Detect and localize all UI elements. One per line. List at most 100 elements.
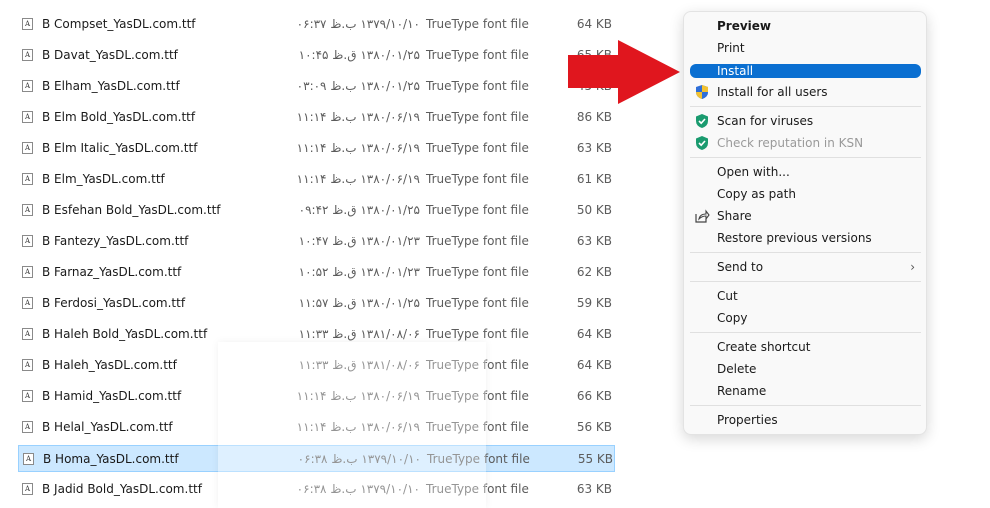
font-file-icon: A	[22, 142, 33, 154]
file-name: B Ferdosi_YasDL.com.ttf	[42, 296, 186, 310]
file-size: 63 KB	[576, 141, 612, 155]
menu-item-label: Scan for viruses	[717, 114, 814, 128]
font-file-icon: A	[22, 80, 33, 92]
file-type: TrueType font file	[426, 265, 529, 279]
file-type: TrueType font file	[426, 17, 529, 31]
file-row[interactable]: A B Davat_YasDL.com.ttf ۱۳۸۰/۰۱/۲۵ ق.ظ ۱۰:…	[18, 42, 615, 69]
file-row[interactable]: A B Farnaz_YasDL.com.ttf ۱۳۸۰/۰۱/۲۳ ق.ظ ۱۰…	[18, 259, 615, 286]
menu-item-label: Open with...	[717, 165, 790, 179]
font-file-icon: A	[22, 266, 33, 278]
file-size: 64 KB	[576, 327, 612, 341]
file-type: TrueType font file	[426, 141, 529, 155]
menu-item-properties[interactable]: Properties	[690, 409, 921, 431]
file-row[interactable]: A B Elham_YasDL.com.ttf ۱۳۸۰/۰۱/۲۵ ب.ظ ۰۳:…	[18, 73, 615, 100]
menu-separator	[690, 405, 921, 406]
file-row[interactable]: A B Compset_YasDL.com.ttf ۱۳۷۹/۱۰/۱۰ ب.ظ ۰…	[18, 11, 615, 38]
file-date: ۱۳۸۰/۰۶/۱۹ ب.ظ ۱۱:۱۴	[296, 110, 420, 124]
file-name: B Homa_YasDL.com.ttf	[43, 452, 179, 466]
menu-item-install-for-all-users[interactable]: Install for all users	[690, 81, 921, 103]
file-row[interactable]: A B Elm Italic_YasDL.com.ttf ۱۳۸۰/۰۶/۱۹ ب.…	[18, 135, 615, 162]
uac-shield-icon	[694, 84, 710, 100]
file-row[interactable]: A B Esfehan Bold_YasDL.com.ttf ۱۳۸۰/۰۱/۲۵ …	[18, 197, 615, 224]
menu-item-copy[interactable]: Copy	[690, 307, 921, 329]
menu-separator	[690, 332, 921, 333]
file-type: TrueType font file	[426, 48, 529, 62]
font-file-icon: A	[22, 297, 33, 309]
menu-item-label: Delete	[717, 362, 757, 376]
file-name: B Fantezy_YasDL.com.ttf	[42, 234, 189, 248]
file-name: B Elm Bold_YasDL.com.ttf	[42, 110, 196, 124]
font-file-icon: A	[22, 421, 33, 433]
menu-item-check-reputation-in-ksn[interactable]: Check reputation in KSN	[690, 132, 921, 154]
menu-item-create-shortcut[interactable]: Create shortcut	[690, 336, 921, 358]
file-name: B Compset_YasDL.com.ttf	[42, 17, 196, 31]
file-type: TrueType font file	[426, 234, 529, 248]
font-file-icon: A	[22, 328, 33, 340]
file-date: ۱۳۸۰/۰۱/۲۵ ق.ظ ۱۱:۵۷	[298, 296, 420, 310]
font-file-icon: A	[22, 483, 33, 495]
file-name: B Hamid_YasDL.com.ttf	[42, 389, 182, 403]
menu-item-scan-for-viruses[interactable]: Scan for viruses	[690, 110, 921, 132]
menu-item-label: Send to	[717, 260, 764, 274]
kaspersky-shield-icon	[694, 135, 710, 151]
menu-item-label: Rename	[717, 384, 767, 398]
file-type: TrueType font file	[426, 172, 529, 186]
menu-item-preview[interactable]: Preview	[690, 15, 921, 37]
red-arrow-icon	[568, 40, 680, 104]
file-date: ۱۳۸۰/۰۱/۲۳ ق.ظ ۱۰:۴۷	[298, 234, 420, 248]
menu-item-copy-as-path[interactable]: Copy as path	[690, 183, 921, 205]
file-date: ۱۳۸۰/۰۱/۲۳ ق.ظ ۱۰:۵۲	[298, 265, 420, 279]
menu-item-restore-previous-versions[interactable]: Restore previous versions	[690, 227, 921, 249]
file-name: B Elm Italic_YasDL.com.ttf	[42, 141, 198, 155]
menu-item-share[interactable]: Share	[690, 205, 921, 227]
menu-item-send-to[interactable]: Send to ›	[690, 256, 921, 278]
font-file-icon: A	[22, 204, 33, 216]
file-date: ۱۳۸۰/۰۱/۲۵ ب.ظ ۰۳:۰۹	[296, 79, 420, 93]
file-size: 55 KB	[577, 452, 613, 466]
file-name: B Haleh Bold_YasDL.com.ttf	[42, 327, 208, 341]
menu-separator	[690, 157, 921, 158]
file-row[interactable]: A B Elm Bold_YasDL.com.ttf ۱۳۸۰/۰۶/۱۹ ب.ظ …	[18, 104, 615, 131]
file-size: 63 KB	[576, 482, 612, 496]
file-name: B Haleh_YasDL.com.ttf	[42, 358, 177, 372]
chevron-right-icon: ›	[910, 260, 915, 274]
file-name: B Esfehan Bold_YasDL.com.ttf	[42, 203, 221, 217]
file-name: B Elham_YasDL.com.ttf	[42, 79, 180, 93]
menu-item-install[interactable]: Install	[690, 64, 921, 78]
font-file-icon: A	[22, 49, 33, 61]
menu-item-open-with[interactable]: Open with...	[690, 161, 921, 183]
file-type: TrueType font file	[426, 203, 529, 217]
menu-item-delete[interactable]: Delete	[690, 358, 921, 380]
file-date: ۱۳۸۰/۰۱/۲۵ ق.ظ ۰۹:۴۲	[298, 203, 420, 217]
font-file-icon: A	[22, 359, 33, 371]
kaspersky-shield-icon	[694, 113, 710, 129]
file-row[interactable]: A B Fantezy_YasDL.com.ttf ۱۳۸۰/۰۱/۲۳ ق.ظ ۱…	[18, 228, 615, 255]
menu-item-label: Print	[717, 41, 745, 55]
file-size: 50 KB	[576, 203, 612, 217]
menu-separator	[690, 281, 921, 282]
file-row[interactable]: A B Ferdosi_YasDL.com.ttf ۱۳۸۰/۰۱/۲۵ ق.ظ ۱…	[18, 290, 615, 317]
menu-item-rename[interactable]: Rename	[690, 380, 921, 402]
file-name: B Jadid Bold_YasDL.com.ttf	[42, 482, 202, 496]
file-type: TrueType font file	[426, 296, 529, 310]
file-name: B Farnaz_YasDL.com.ttf	[42, 265, 182, 279]
file-date: ۱۳۸۰/۰۶/۱۹ ب.ظ ۱۱:۱۴	[296, 141, 420, 155]
menu-item-label: Check reputation in KSN	[717, 136, 864, 150]
menu-item-label: Properties	[717, 413, 778, 427]
file-name: B Davat_YasDL.com.ttf	[42, 48, 178, 62]
menu-item-cut[interactable]: Cut	[690, 285, 921, 307]
faint-overlay	[218, 342, 486, 508]
file-size: 64 KB	[576, 358, 612, 372]
file-type: TrueType font file	[426, 110, 529, 124]
file-row[interactable]: A B Elm_YasDL.com.ttf ۱۳۸۰/۰۶/۱۹ ب.ظ ۱۱:۱۴…	[18, 166, 615, 193]
menu-item-label: Restore previous versions	[717, 231, 872, 245]
file-size: 64 KB	[576, 17, 612, 31]
file-size: 59 KB	[576, 296, 612, 310]
font-file-icon: A	[22, 111, 33, 123]
menu-item-print[interactable]: Print	[690, 37, 921, 59]
menu-item-label: Install for all users	[717, 85, 828, 99]
file-size: 86 KB	[576, 110, 612, 124]
menu-item-label: Share	[717, 209, 752, 223]
file-size: 63 KB	[576, 234, 612, 248]
menu-item-label: Cut	[717, 289, 738, 303]
